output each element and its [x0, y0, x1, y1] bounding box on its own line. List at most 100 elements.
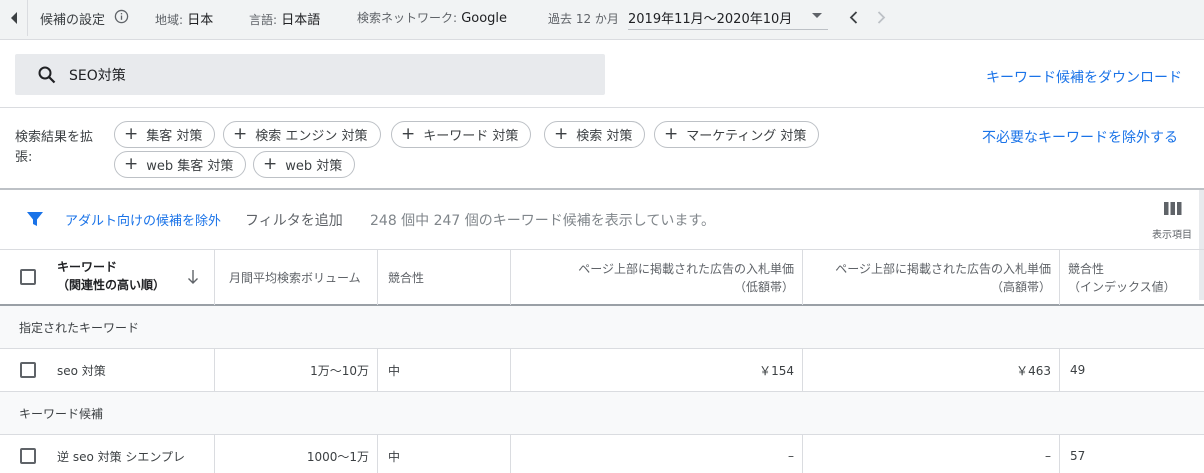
settings-title: 候補の設定 — [40, 13, 106, 28]
search-query: SEO対策 — [69, 68, 126, 84]
chevron-right-icon — [877, 10, 885, 24]
filter-icon[interactable] — [26, 210, 44, 228]
broaden-chip[interactable]: + web 対策 — [253, 151, 356, 178]
results-count: 248 個中 247 個のキーワード候補を表示しています。 — [370, 213, 715, 229]
back-button[interactable] — [0, 0, 28, 36]
volume-cell: 1000～1万 — [215, 435, 378, 473]
bid-low-header-sub: （低額帯） — [733, 279, 794, 294]
competition-header-label: 競合性 — [388, 270, 425, 285]
language-setting[interactable]: 言語: 日本語 — [249, 9, 320, 28]
columns-icon[interactable] — [1163, 201, 1183, 217]
network-setting[interactable]: 検索ネットワーク: Google — [357, 9, 507, 26]
broaden-chip[interactable]: + 集客 対策 — [114, 121, 216, 148]
broaden-label: 検索結果を拡張: — [15, 130, 94, 165]
group-row-ideas: キーワード候補 — [0, 392, 1204, 435]
keyword-header-sub: （関連性の高い順） — [57, 278, 166, 292]
next-period-button[interactable] — [871, 7, 891, 27]
group-label: キーワード候補 — [19, 407, 104, 421]
volume-column-header[interactable]: 月間平均検索ボリューム — [215, 250, 378, 305]
bid-low-header-text: ページ上部に掲載された広告の入札単価 （低額帯） — [578, 260, 794, 296]
plus-icon: + — [401, 124, 416, 144]
row-checkbox[interactable] — [20, 448, 36, 464]
location-value: 日本 — [187, 13, 214, 28]
group-row-specified: 指定されたキーワード — [0, 306, 1204, 349]
competition-index-cell: 57 — [1070, 449, 1086, 463]
competition-index-header-label: 競合性 — [1068, 261, 1105, 276]
chip-label: マーケティング 対策 — [686, 129, 807, 144]
chip-label: web 集客 対策 — [146, 159, 234, 174]
broaden-chip[interactable]: + 検索 対策 — [544, 121, 646, 148]
bid-low-header-label: ページ上部に掲載された広告の入札単価 — [578, 261, 794, 276]
select-all-checkbox[interactable] — [20, 269, 36, 285]
location-label: 地域: — [155, 13, 184, 27]
sort-arrow-down-icon[interactable] — [187, 269, 199, 285]
keyword-column-header[interactable]: キーワード （関連性の高い順） — [0, 250, 215, 305]
chip-label: web 対策 — [285, 159, 343, 174]
competition-index-cell: 49 — [1070, 363, 1086, 377]
add-filter-button[interactable]: フィルタを追加 — [245, 210, 343, 230]
plus-icon: + — [233, 124, 248, 144]
dropdown-caret-icon — [812, 13, 822, 18]
previous-period-button[interactable] — [843, 7, 863, 27]
plus-icon: + — [124, 154, 139, 174]
competition-index-column-header[interactable]: 競合性 （インデックス値） — [1060, 250, 1199, 305]
competition-column-header[interactable]: 競合性 — [378, 250, 511, 305]
bid-high-cell: ￥463 — [803, 349, 1060, 391]
broaden-chip[interactable]: + 検索 エンジン 対策 — [223, 121, 381, 148]
row-checkbox[interactable] — [20, 362, 36, 378]
competition-index-header-sub: （インデックス値） — [1068, 279, 1176, 294]
bid-high-header-label: ページ上部に掲載された広告の入札単価 — [835, 261, 1051, 276]
keyword-header-text: キーワード （関連性の高い順） — [57, 258, 165, 294]
competition-cell: 中 — [378, 349, 511, 391]
bid-high-cell: – — [803, 435, 1060, 473]
keyword-header-label: キーワード — [57, 260, 118, 274]
network-label: 検索ネットワーク: — [357, 11, 458, 25]
competition-cell: 中 — [378, 435, 511, 473]
broaden-chip[interactable]: + マーケティング 対策 — [654, 121, 820, 148]
keyword-cell: 逆 seo 対策 シエンプレ — [0, 435, 215, 473]
chip-label: キーワード 対策 — [423, 129, 519, 144]
plus-icon: + — [124, 124, 139, 144]
exclude-keywords-link[interactable]: 不必要なキーワードを除外する — [980, 127, 1180, 150]
settings-bar: 候補の設定 地域: 日本 言語: 日本語 検索ネットワーク: Google 過去… — [0, 0, 1204, 40]
table-header: キーワード （関連性の高い順） 月間平均検索ボリューム 競合性 ページ上部に掲載… — [0, 249, 1204, 306]
network-value: Google — [461, 11, 508, 26]
location-setting[interactable]: 地域: 日本 — [155, 9, 213, 28]
volume-header-label: 月間平均検索ボリューム — [229, 270, 361, 285]
bid-high-column-header[interactable]: ページ上部に掲載された広告の入札単価 （高額帯） — [803, 250, 1060, 305]
chip-label: 検索 エンジン 対策 — [255, 129, 368, 144]
download-ideas-link[interactable]: キーワード候補をダウンロード — [986, 67, 1182, 87]
table-row[interactable]: 逆 seo 対策 シエンプレ 1000～1万 中 – – 57 — [0, 435, 1204, 473]
competition-index-header-text: 競合性 （インデックス値） — [1068, 260, 1176, 296]
broaden-chip[interactable]: + キーワード 対策 — [391, 121, 532, 148]
keyword-cell: seo 対策 — [0, 349, 215, 391]
bid-low-cell: – — [511, 435, 803, 473]
bid-high-header-sub: （高額帯） — [990, 279, 1051, 294]
chevron-left-icon — [849, 10, 857, 24]
group-label: 指定されたキーワード — [19, 321, 140, 335]
keyword-text: seo 対策 — [57, 364, 106, 378]
section-divider — [0, 188, 1204, 190]
plus-icon: + — [554, 124, 569, 144]
keyword-search-field[interactable]: SEO対策 — [15, 54, 605, 95]
plus-icon: + — [263, 154, 278, 174]
language-label: 言語: — [249, 13, 278, 27]
language-value: 日本語 — [281, 13, 321, 28]
volume-cell: 1万～10万 — [215, 349, 378, 391]
plus-icon: + — [664, 124, 679, 144]
broaden-chip[interactable]: + web 集客 対策 — [114, 151, 247, 178]
bid-high-header-text: ページ上部に掲載された広告の入札単価 （高額帯） — [835, 260, 1051, 296]
chip-label: 検索 対策 — [576, 129, 633, 144]
table-row[interactable]: seo 対策 1万～10万 中 ￥154 ￥463 49 — [0, 349, 1204, 392]
search-icon — [38, 66, 56, 84]
back-arrow-icon — [10, 12, 17, 24]
date-range-label: 過去 12 か月 — [548, 12, 619, 26]
date-range-select[interactable]: 2019年11月～2020年10月 — [628, 4, 828, 30]
info-icon[interactable] — [114, 9, 129, 24]
divider — [0, 107, 1204, 108]
chip-label: 集客 対策 — [146, 129, 203, 144]
bid-low-column-header[interactable]: ページ上部に掲載された広告の入札単価 （低額帯） — [511, 250, 803, 305]
columns-label[interactable]: 表示項目 — [1152, 226, 1192, 241]
exclude-adult-filter[interactable]: アダルト向けの候補を除外 — [65, 210, 221, 229]
date-range-value: 2019年11月～2020年10月 — [628, 12, 793, 27]
